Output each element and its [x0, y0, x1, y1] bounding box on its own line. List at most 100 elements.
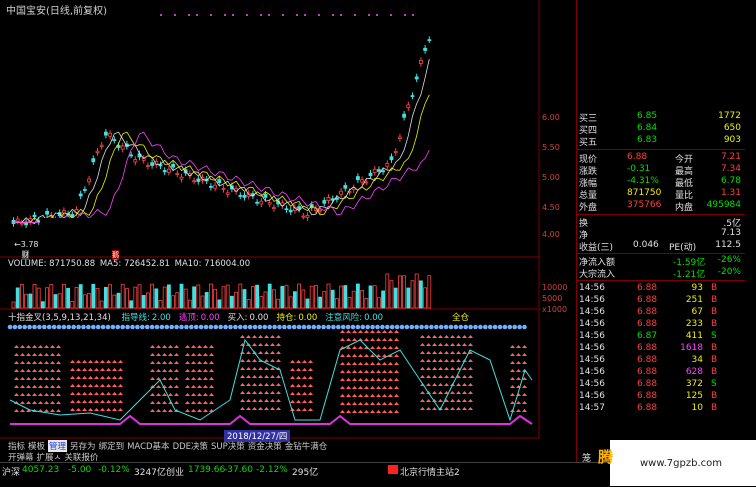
- tick-time: 14:56: [579, 343, 605, 353]
- buy-arrow-icon: [203, 385, 208, 388]
- buy-arrow-icon: [394, 362, 399, 365]
- buy-arrow-icon: [14, 361, 19, 364]
- buy-arrow-icon: [32, 401, 37, 404]
- buy-arrow-icon: [264, 391, 269, 394]
- signal-dot: [196, 14, 198, 16]
- tick-row: 14:56 6.88 233 B: [577, 319, 745, 331]
- signal-dot: [354, 14, 356, 16]
- volume-bar: [19, 284, 24, 309]
- indicator-item: 买入: 0.00: [228, 313, 269, 323]
- indicator-name[interactable]: 十指金叉(3,5,9,13,21,34): [8, 313, 111, 323]
- indicator-dot: [502, 324, 508, 330]
- indicator-dot: [399, 324, 405, 330]
- buy-arrow-icon: [376, 394, 381, 397]
- buy-arrow-icon: [162, 401, 167, 404]
- volume-bar: [402, 275, 407, 309]
- cy-index-change: -37.60: [224, 465, 254, 475]
- candle-body: [255, 201, 260, 204]
- buy-arrow-icon: [420, 359, 425, 362]
- buy-arrow-icon: [358, 402, 363, 405]
- buy-arrow-icon: [358, 370, 363, 373]
- buy-arrow-icon: [420, 351, 425, 354]
- divider: [577, 214, 745, 215]
- candle-body: [238, 195, 243, 197]
- ask-row[interactable]: 买四 6.84 650: [577, 123, 745, 136]
- server-name[interactable]: 北京行情主站2: [400, 465, 460, 478]
- buy-arrow-icon: [352, 394, 357, 397]
- ask-row[interactable]: 买三 6.85 1772: [577, 111, 745, 124]
- indicator-dot: [42, 324, 47, 330]
- buy-arrow-icon: [382, 330, 387, 333]
- candle-body: [196, 178, 201, 182]
- tick-price: 6.88: [637, 379, 658, 389]
- tick-time: 14:56: [579, 283, 605, 293]
- buy-arrow-icon: [70, 360, 75, 363]
- tick-price: 6.88: [637, 355, 658, 365]
- buy-arrow-icon: [426, 367, 431, 370]
- tick-price: 6.88: [637, 343, 658, 353]
- buy-arrow-icon: [370, 330, 375, 333]
- volume-bar: [292, 291, 297, 309]
- volume-bar: [297, 283, 302, 309]
- y-tick-label: 5.00: [542, 173, 560, 182]
- indicator-dot: [404, 324, 410, 330]
- buy-arrow-icon: [340, 394, 345, 397]
- tick-volume: 10: [691, 403, 703, 413]
- buy-arrow-icon: [382, 378, 387, 381]
- buy-arrow-icon: [276, 375, 281, 378]
- y-tick-label: x1000: [542, 305, 568, 314]
- buy-arrow-icon: [522, 401, 527, 404]
- buy-arrow-icon: [420, 399, 425, 402]
- signal-dot: [268, 14, 270, 16]
- buy-arrow-icon: [522, 393, 527, 396]
- buy-arrow-icon: [376, 370, 381, 373]
- pe-label: PE(动): [669, 243, 697, 253]
- signal-dot: [188, 14, 190, 16]
- redaction-box: [190, 75, 370, 111]
- buy-arrow-icon: [352, 378, 357, 381]
- buy-arrow-icon: [438, 335, 443, 338]
- ask-row[interactable]: 买五 6.83 903: [577, 135, 745, 148]
- sh-index-label[interactable]: 沪深: [2, 465, 20, 478]
- buy-arrow-icon: [394, 370, 399, 373]
- buy-arrow-icon: [82, 408, 87, 411]
- kline-chart-area[interactable]: 中国宝安(日线,前复权) ←3.78 财 鹅 VOLUME: 871750.88…: [0, 0, 570, 463]
- connection-icon: [388, 465, 398, 474]
- buy-arrow-icon: [516, 369, 521, 372]
- buy-arrow-icon: [308, 376, 313, 379]
- ask-volume: 650: [723, 123, 741, 133]
- tick-side: B: [711, 295, 718, 305]
- buy-arrow-icon: [296, 392, 301, 395]
- buy-arrow-icon: [82, 392, 87, 395]
- candle-body: [406, 104, 411, 109]
- buy-arrow-icon: [296, 384, 301, 387]
- candle-body: [385, 163, 390, 167]
- buy-arrow-icon: [185, 353, 190, 356]
- candle-body: [364, 181, 369, 184]
- cy-index-label[interactable]: 创业: [166, 465, 184, 478]
- jingzichan-value: 7.13: [720, 228, 741, 238]
- buy-arrow-icon: [32, 377, 37, 380]
- buy-arrow-icon: [450, 391, 455, 394]
- candle-body: [423, 47, 428, 51]
- volume-bar: [221, 286, 226, 309]
- volume-bar: [150, 283, 155, 309]
- tick-time: 14:56: [579, 307, 605, 317]
- candle-body: [414, 76, 419, 80]
- buy-arrow-icon: [510, 393, 515, 396]
- indicator-dot: [228, 324, 233, 330]
- buy-arrow-icon: [252, 383, 257, 386]
- buy-arrow-icon: [376, 402, 381, 405]
- volume-bar: [250, 286, 255, 309]
- buy-arrow-icon: [100, 400, 105, 403]
- buy-arrow-icon: [276, 399, 281, 402]
- signal-dot: [224, 14, 226, 16]
- buy-arrow-icon: [516, 345, 521, 348]
- volume-bar: [179, 283, 184, 309]
- buy-arrow-icon: [346, 354, 351, 357]
- buy-arrow-icon: [296, 376, 301, 379]
- buy-arrow-icon: [162, 361, 167, 364]
- indicator-dot: [473, 324, 478, 330]
- tick-side: B: [711, 355, 718, 365]
- buy-arrow-icon: [444, 367, 449, 370]
